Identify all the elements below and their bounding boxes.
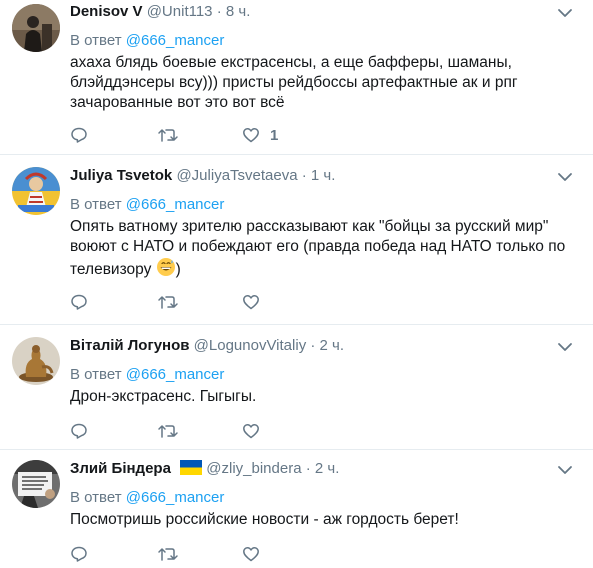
tweet[interactable]: Juliya Tsvetok @JuliyaTsvetaeva · 1 ч. В… — [0, 155, 593, 325]
tweet-text: ахаха блядь боевые екстрасенсы, а еще ба… — [70, 54, 518, 111]
tweet[interactable]: Віталій Логунов @LogunovVitaliy · 2 ч. В… — [0, 325, 593, 450]
retweet-button[interactable] — [157, 544, 179, 564]
mention-link[interactable]: @666_mancer — [126, 366, 225, 383]
heart-icon — [243, 547, 259, 562]
user-display-name[interactable]: Злий Біндера — [70, 460, 171, 477]
user-handle[interactable]: @zliy_bindera — [206, 460, 301, 477]
tweet[interactable]: Злий Біндера @zliy_bindera · 2 ч. В отве… — [0, 450, 593, 565]
like-button[interactable] — [242, 544, 260, 564]
retweet-icon — [158, 296, 178, 309]
tweet-text-tail: ) — [175, 261, 181, 278]
like-button[interactable] — [242, 292, 260, 312]
retweet-icon — [158, 425, 178, 438]
retweet-button[interactable] — [157, 292, 179, 312]
user-handle[interactable]: @LogunovVitaliy — [194, 337, 307, 354]
separator-dot: · — [310, 337, 316, 354]
tweet-timestamp[interactable]: 1 ч. — [311, 167, 336, 184]
user-avatar[interactable] — [12, 4, 60, 52]
heart-icon — [243, 424, 259, 439]
tweet-header: Злий Біндера @zliy_bindera · 2 ч. — [70, 457, 575, 480]
user-handle[interactable]: @JuliyaTsvetaeva — [176, 167, 297, 184]
tweet-timestamp[interactable]: 2 ч. — [315, 460, 340, 477]
separator-dot: · — [305, 460, 311, 477]
reply-context: В ответ @666_mancer — [70, 488, 575, 508]
tweet-header: Juliya Tsvetok @JuliyaTsvetaeva · 1 ч. — [70, 164, 575, 187]
tweet-actions — [70, 292, 575, 316]
retweet-button[interactable] — [157, 421, 179, 441]
reply-context: В ответ @666_mancer — [70, 195, 575, 215]
chevron-down-icon[interactable] — [557, 7, 573, 19]
reply-button[interactable] — [70, 125, 88, 145]
reply-icon — [71, 546, 87, 562]
ukraine-flag-icon — [180, 460, 203, 475]
reply-prefix: В ответ — [70, 489, 122, 506]
tweet-actions: 1 — [70, 125, 575, 149]
reply-icon — [71, 127, 87, 143]
reply-icon — [71, 294, 87, 310]
user-avatar[interactable] — [12, 167, 60, 215]
separator-dot: · — [301, 167, 307, 184]
reply-button[interactable] — [70, 544, 88, 564]
like-button[interactable]: 1 — [242, 125, 278, 145]
separator-dot: · — [216, 3, 222, 20]
user-display-name[interactable]: Віталій Логунов — [70, 337, 190, 354]
tweet-text: Посмотришь российские новости - аж гордо… — [70, 511, 459, 528]
tweet-header: Віталій Логунов @LogunovVitaliy · 2 ч. — [70, 334, 575, 357]
retweet-icon — [158, 129, 178, 142]
tweet-timestamp[interactable]: 2 ч. — [320, 337, 345, 354]
heart-icon — [243, 295, 259, 310]
tweet[interactable]: Denisov V @Unit113 · 8 ч. В ответ @666_m… — [0, 0, 593, 155]
tweet-actions — [70, 421, 575, 445]
reply-prefix: В ответ — [70, 196, 122, 213]
reply-context: В ответ @666_mancer — [70, 365, 575, 385]
user-avatar[interactable] — [12, 337, 60, 385]
tweet-text-main: Опять ватному зрителю рассказывают как "… — [70, 218, 566, 278]
reply-prefix: В ответ — [70, 366, 122, 383]
user-avatar[interactable] — [12, 460, 60, 508]
mention-link[interactable]: @666_mancer — [126, 196, 225, 213]
tweet-timestamp[interactable]: 8 ч. — [226, 3, 251, 20]
mention-link[interactable]: @666_mancer — [126, 32, 225, 49]
reply-button[interactable] — [70, 421, 88, 441]
heart-icon — [243, 128, 259, 143]
grinning-sweat-face-icon — [156, 258, 175, 276]
chevron-down-icon[interactable] — [557, 341, 573, 353]
like-button[interactable] — [242, 421, 260, 441]
reply-button[interactable] — [70, 292, 88, 312]
tweet-text: Опять ватному зрителю рассказывают как "… — [70, 217, 575, 280]
user-display-name[interactable]: Denisov V — [70, 3, 143, 20]
chevron-down-icon[interactable] — [557, 171, 573, 183]
tweet-text: Дрон-экстрасенс. Гыгыгы. — [70, 388, 257, 405]
retweet-icon — [158, 548, 178, 561]
chevron-down-icon[interactable] — [557, 464, 573, 476]
mention-link[interactable]: @666_mancer — [126, 489, 225, 506]
user-handle[interactable]: @Unit113 — [147, 3, 213, 20]
reply-prefix: В ответ — [70, 32, 122, 49]
user-display-name[interactable]: Juliya Tsvetok — [70, 167, 172, 184]
tweet-header: Denisov V @Unit113 · 8 ч. — [70, 0, 575, 23]
reply-context: В ответ @666_mancer — [70, 31, 575, 51]
retweet-button[interactable] — [157, 125, 179, 145]
tweet-actions — [70, 544, 575, 568]
like-count: 1 — [270, 126, 279, 144]
reply-icon — [71, 423, 87, 439]
